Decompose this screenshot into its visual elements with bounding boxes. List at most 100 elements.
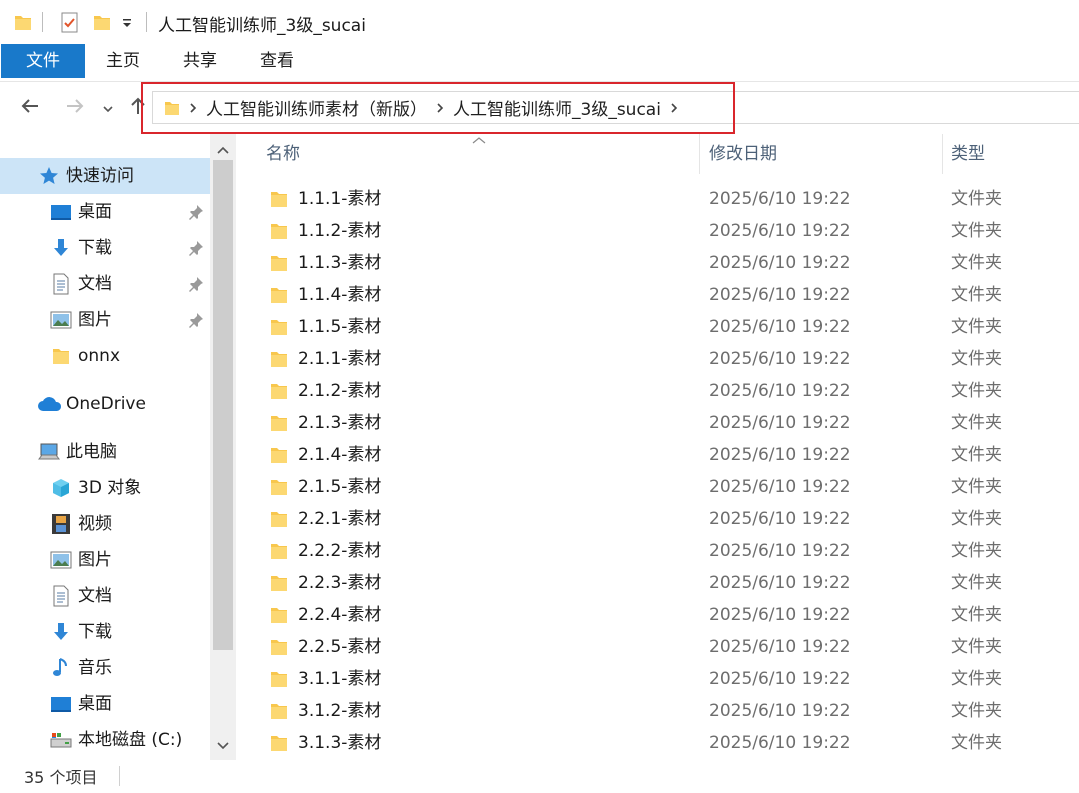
breadcrumb-chevron-icon[interactable] <box>184 91 202 124</box>
scroll-up-button[interactable] <box>210 136 236 160</box>
cloud-icon <box>37 393 63 415</box>
column-divider[interactable] <box>699 134 700 174</box>
file-type: 文件夹 <box>951 573 1002 593</box>
folder-icon <box>270 189 290 209</box>
breadcrumb-chevron-icon[interactable] <box>665 91 683 124</box>
new-folder-icon[interactable] <box>93 12 111 36</box>
sidebar-scrollbar-thumb[interactable] <box>213 160 233 650</box>
table-row[interactable]: 2.1.2-素材 2025/6/10 19:22 文件夹 <box>236 375 1079 407</box>
sidebar-item-this-pc[interactable]: 此电脑 <box>0 434 210 470</box>
video-icon <box>50 513 72 535</box>
scroll-down-button[interactable] <box>210 732 236 756</box>
table-row[interactable]: 1.1.4-素材 2025/6/10 19:22 文件夹 <box>236 279 1079 311</box>
file-name: 1.1.1-素材 <box>298 189 382 209</box>
file-type: 文件夹 <box>951 605 1002 625</box>
arrow-right-icon <box>65 98 85 118</box>
sidebar-item-downloads[interactable]: 下载 <box>0 230 210 266</box>
breadcrumb: 人工智能训练师素材（新版） 人工智能训练师_3级_sucai <box>160 91 683 124</box>
folder-icon <box>270 285 290 305</box>
sidebar-item-pictures[interactable]: 图片 <box>0 302 210 338</box>
folder-icon <box>270 541 290 561</box>
column-divider[interactable] <box>942 134 943 174</box>
file-type: 文件夹 <box>951 189 1002 209</box>
sidebar-item-local-disk-c[interactable]: 本地磁盘 (C:) <box>0 722 210 758</box>
back-button[interactable] <box>15 94 45 122</box>
file-date: 2025/6/10 19:22 <box>709 381 851 401</box>
file-type: 文件夹 <box>951 285 1002 305</box>
sidebar-item-documents-pc[interactable]: 文档 <box>0 578 210 614</box>
up-button[interactable] <box>126 94 150 122</box>
customize-dropdown-icon[interactable] <box>121 14 133 34</box>
file-type: 文件夹 <box>951 509 1002 529</box>
file-name: 1.1.4-素材 <box>298 285 382 305</box>
chevron-up-icon <box>217 139 229 158</box>
file-type: 文件夹 <box>951 733 1002 753</box>
pin-icon <box>188 240 204 256</box>
table-row[interactable]: 2.2.1-素材 2025/6/10 19:22 文件夹 <box>236 503 1079 535</box>
table-row[interactable]: 1.1.1-素材 2025/6/10 19:22 文件夹 <box>236 183 1079 215</box>
column-header-name[interactable]: 名称 <box>266 134 300 178</box>
sidebar-item-desktop-pc[interactable]: 桌面 <box>0 686 210 722</box>
breadcrumb-item-current[interactable]: 人工智能训练师_3级_sucai <box>449 95 665 120</box>
tab-file[interactable]: 文件 <box>1 44 85 78</box>
file-type: 文件夹 <box>951 637 1002 657</box>
sidebar-item-videos[interactable]: 视频 <box>0 506 210 542</box>
folder-icon <box>270 413 290 433</box>
file-type: 文件夹 <box>951 669 1002 689</box>
sidebar-item-label: 下载 <box>78 238 112 258</box>
sidebar-item-label: 本地磁盘 (C:) <box>78 730 183 750</box>
cube-3d-icon <box>50 477 72 499</box>
sidebar-item-onedrive[interactable]: OneDrive <box>0 386 210 422</box>
table-row[interactable]: 2.1.3-素材 2025/6/10 19:22 文件夹 <box>236 407 1079 439</box>
table-row[interactable]: 1.1.2-素材 2025/6/10 19:22 文件夹 <box>236 215 1079 247</box>
ribbon: 文件 主页 共享 查看 <box>0 44 1079 82</box>
table-row[interactable]: 1.1.5-素材 2025/6/10 19:22 文件夹 <box>236 311 1079 343</box>
column-header-type[interactable]: 类型 <box>951 134 985 178</box>
table-row[interactable]: 2.2.2-素材 2025/6/10 19:22 文件夹 <box>236 535 1079 567</box>
file-date: 2025/6/10 19:22 <box>709 573 851 593</box>
download-arrow-icon <box>50 237 72 259</box>
folder-icon <box>270 669 290 689</box>
file-name: 2.1.1-素材 <box>298 349 382 369</box>
table-row[interactable]: 1.1.3-素材 2025/6/10 19:22 文件夹 <box>236 247 1079 279</box>
computer-icon <box>38 441 60 463</box>
file-type: 文件夹 <box>951 381 1002 401</box>
table-row[interactable]: 2.1.4-素材 2025/6/10 19:22 文件夹 <box>236 439 1079 471</box>
table-row[interactable]: 3.1.1-素材 2025/6/10 19:22 文件夹 <box>236 663 1079 695</box>
breadcrumb-chevron-icon[interactable] <box>431 91 449 124</box>
folder-icon <box>270 381 290 401</box>
sidebar-item-3d-objects[interactable]: 3D 对象 <box>0 470 210 506</box>
file-name: 2.2.3-素材 <box>298 573 382 593</box>
sidebar-item-label: 图片 <box>78 550 112 570</box>
column-header-date[interactable]: 修改日期 <box>709 134 777 178</box>
tab-home[interactable]: 主页 <box>97 44 149 79</box>
file-name: 3.1.1-素材 <box>298 669 382 689</box>
desktop-icon <box>50 201 72 223</box>
table-row[interactable]: 2.1.1-素材 2025/6/10 19:22 文件夹 <box>236 343 1079 375</box>
tab-view[interactable]: 查看 <box>251 44 303 79</box>
sidebar-item-quick-access[interactable]: 快速访问 <box>0 158 210 194</box>
table-row[interactable]: 3.1.3-素材 2025/6/10 19:22 文件夹 <box>236 727 1079 759</box>
forward-button[interactable] <box>60 94 90 122</box>
sidebar-item-documents[interactable]: 文档 <box>0 266 210 302</box>
table-row[interactable]: 2.1.5-素材 2025/6/10 19:22 文件夹 <box>236 471 1079 503</box>
table-row[interactable]: 3.1.2-素材 2025/6/10 19:22 文件夹 <box>236 695 1079 727</box>
table-row[interactable]: 2.2.3-素材 2025/6/10 19:22 文件夹 <box>236 567 1079 599</box>
sidebar-item-pictures-pc[interactable]: 图片 <box>0 542 210 578</box>
file-type: 文件夹 <box>951 541 1002 561</box>
tab-share[interactable]: 共享 <box>174 44 226 79</box>
sidebar-item-label: 下载 <box>78 622 112 642</box>
file-name: 2.1.4-素材 <box>298 445 382 465</box>
table-row[interactable]: 2.2.5-素材 2025/6/10 19:22 文件夹 <box>236 631 1079 663</box>
sidebar-item-music[interactable]: 音乐 <box>0 650 210 686</box>
table-row[interactable]: 2.2.4-素材 2025/6/10 19:22 文件夹 <box>236 599 1079 631</box>
breadcrumb-item-parent[interactable]: 人工智能训练师素材（新版） <box>202 95 431 120</box>
arrow-left-icon <box>20 98 40 118</box>
sidebar-item-onnx[interactable]: onnx <box>0 338 210 374</box>
recent-locations-button[interactable] <box>96 94 120 122</box>
folder-icon <box>270 701 290 721</box>
sidebar-item-desktop[interactable]: 桌面 <box>0 194 210 230</box>
disk-drive-icon <box>50 729 72 751</box>
properties-check-icon[interactable] <box>60 12 80 38</box>
sidebar-item-downloads-pc[interactable]: 下载 <box>0 614 210 650</box>
